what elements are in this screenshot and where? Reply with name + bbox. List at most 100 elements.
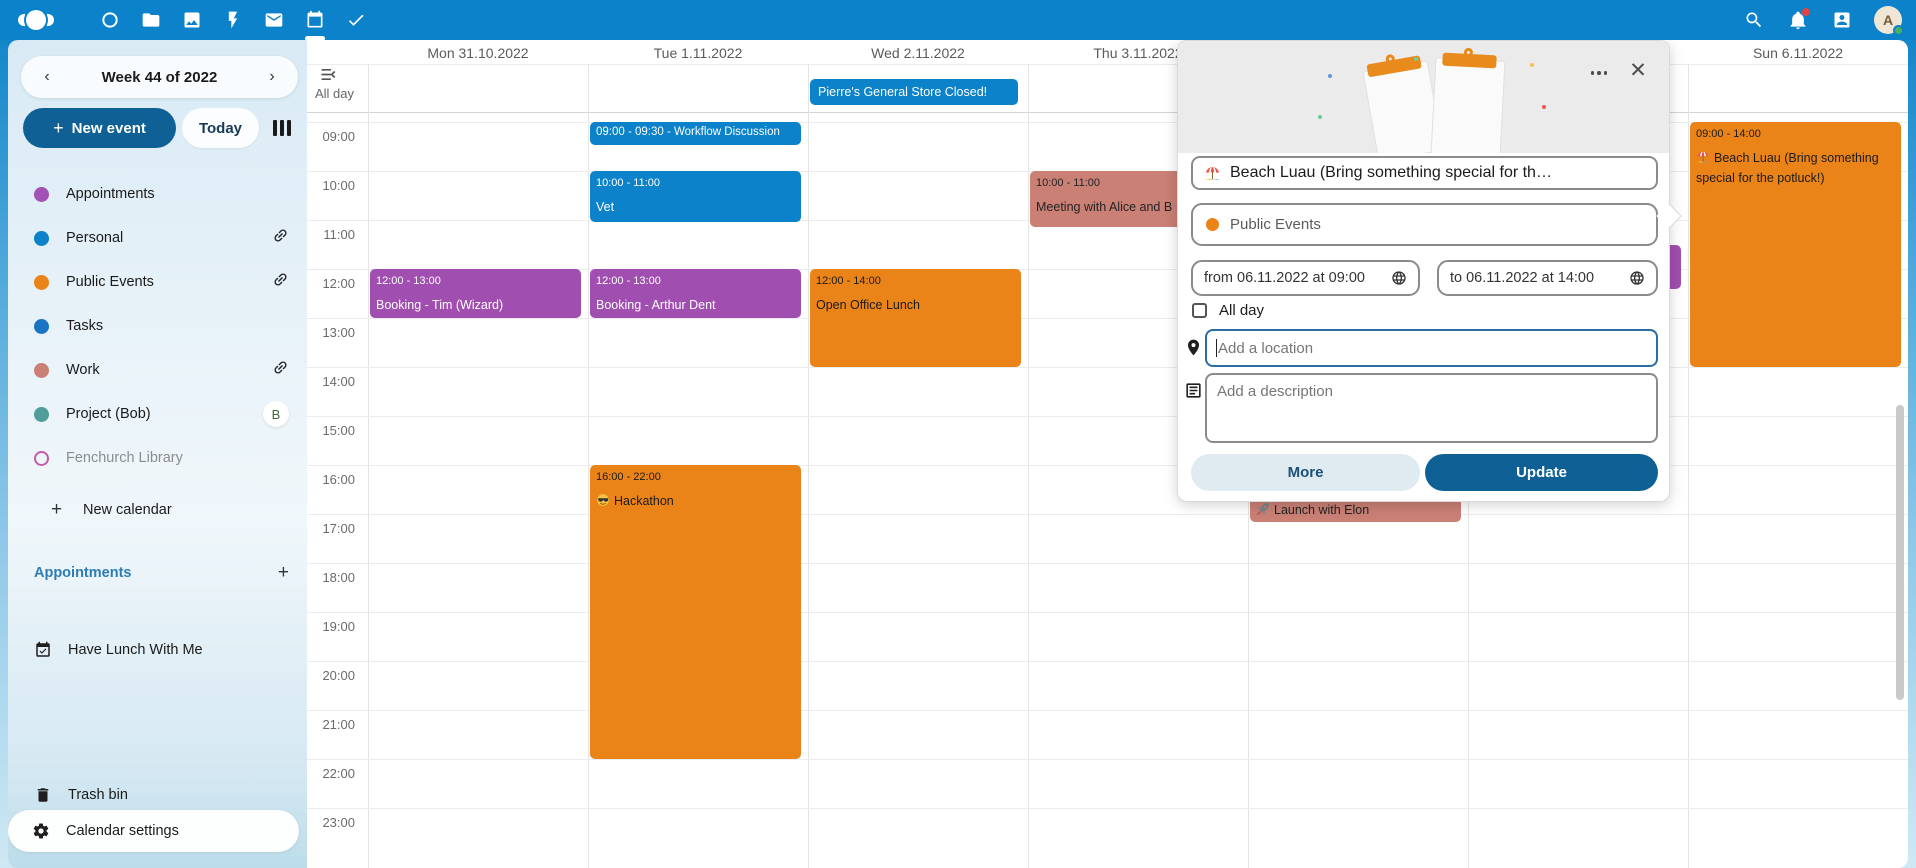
hour-line — [307, 710, 1908, 711]
end-datetime-field[interactable]: to 06.11.2022 at 14:00 — [1437, 260, 1658, 296]
calendar-label: Appointments — [66, 186, 289, 202]
collapse-allday-icon[interactable] — [319, 66, 336, 83]
chevron-right-icon[interactable]: › — [262, 68, 282, 86]
sidebar-calendar-personal[interactable]: Personal — [8, 216, 307, 260]
new-event-button[interactable]: + New event — [23, 108, 176, 148]
sidebar-calendar-tasks[interactable]: Tasks — [8, 304, 307, 348]
event-title-input[interactable]: Beach Luau (Bring something special for … — [1191, 156, 1658, 190]
calendar-color-dot — [34, 231, 49, 246]
globe-icon[interactable] — [1629, 270, 1645, 286]
sidebar: ‹ Week 44 of 2022 › + New event Today Ap… — [8, 40, 307, 868]
hour-label: 21:00 — [307, 717, 355, 732]
notifications-icon[interactable] — [1786, 8, 1810, 32]
calendar-event[interactable]: 12:00 - 14:00Open Office Lunch — [810, 269, 1021, 367]
sidebar-calendar-appointments[interactable]: Appointments — [8, 172, 307, 216]
vertical-scrollbar[interactable] — [1896, 405, 1904, 700]
new-calendar-button[interactable]: + New calendar — [8, 488, 307, 532]
calendar-event[interactable]: 10:00 - 11:00Vet — [590, 171, 801, 222]
sidebar-calendar-public-events[interactable]: Public Events — [8, 260, 307, 304]
hour-label: 15:00 — [307, 423, 355, 438]
files-icon[interactable] — [139, 8, 163, 32]
event-title: Beach Luau (Bring something special for … — [1696, 148, 1895, 188]
search-icon[interactable] — [1742, 8, 1766, 32]
calendar-color-dot — [1206, 218, 1219, 231]
location-input[interactable]: Add a location — [1205, 329, 1658, 367]
more-actions-icon[interactable] — [1585, 59, 1613, 87]
calendar-color-dot — [34, 187, 49, 202]
share-link-icon[interactable] — [272, 271, 289, 293]
all-day-label: All day — [315, 86, 354, 101]
sidebar-calendar-fenchurch-library[interactable]: Fenchurch Library — [8, 436, 307, 480]
hour-line — [307, 808, 1908, 809]
calendar-color-dot — [34, 319, 49, 334]
mail-icon[interactable] — [262, 8, 286, 32]
event-time: 10:00 - 11:00 — [596, 176, 795, 190]
column-divider — [1688, 64, 1689, 868]
event-editor-popup: ✕ Beach Luau (Bring something special fo… — [1177, 40, 1670, 502]
event-time: 09:00 - 14:00 — [1696, 127, 1895, 141]
calendar-label: Work — [66, 362, 272, 378]
sidebar-calendar-project-bob-[interactable]: Project (Bob)B — [8, 392, 307, 436]
beach-umbrella-icon — [1204, 165, 1221, 182]
calendar-check-icon — [34, 641, 52, 659]
close-icon[interactable]: ✕ — [1623, 55, 1653, 85]
plus-icon: + — [53, 118, 64, 139]
photos-icon[interactable] — [180, 8, 204, 32]
hour-label: 19:00 — [307, 619, 355, 634]
week-label: Week 44 of 2022 — [102, 69, 218, 86]
calendar-event[interactable]: 09:00 - 14:00 Beach Luau (Bring something… — [1690, 122, 1901, 367]
calendar-settings-button[interactable]: Calendar settings — [8, 810, 299, 852]
calendar-color-dot — [34, 363, 49, 378]
tasks-icon[interactable] — [344, 8, 368, 32]
hour-line — [307, 759, 1908, 760]
day-header: Mon 31.10.2022 — [368, 40, 588, 64]
share-link-icon — [268, 267, 292, 291]
hour-label: 10:00 — [307, 178, 355, 193]
calendar-event[interactable]: 16:00 - 22:00Hackathon — [590, 465, 801, 759]
trash-icon — [34, 786, 52, 804]
week-navigation: ‹ Week 44 of 2022 › — [21, 56, 298, 98]
all-day-checkbox[interactable]: All day — [1192, 302, 1264, 319]
event-time: 12:00 - 13:00 — [376, 274, 575, 288]
add-appointment-button[interactable]: + — [278, 562, 289, 584]
hour-label: 16:00 — [307, 472, 355, 487]
description-input[interactable]: Add a description — [1205, 373, 1658, 443]
columns-view-icon[interactable] — [273, 120, 291, 136]
more-button[interactable]: More — [1191, 454, 1420, 491]
calendar-event[interactable]: 09:00 - 09:30 - Workflow Discussion — [590, 122, 801, 145]
hour-label: 22:00 — [307, 766, 355, 781]
calendar-event[interactable]: 12:00 - 13:00Booking - Arthur Dent — [590, 269, 801, 318]
appointments-heading: Appointments — [34, 565, 131, 581]
activity-icon[interactable] — [221, 8, 245, 32]
today-button[interactable]: Today — [182, 108, 259, 148]
top-navigation-bar: A — [0, 0, 1916, 40]
dashboard-icon[interactable] — [98, 8, 122, 32]
chevron-left-icon[interactable]: ‹ — [37, 68, 57, 86]
contacts-icon[interactable] — [1830, 8, 1854, 32]
share-link-icon[interactable] — [272, 227, 289, 249]
calendar-event[interactable]: 12:00 - 13:00Booking - Tim (Wizard) — [370, 269, 581, 318]
avatar[interactable]: A — [1874, 6, 1902, 34]
appointment-item[interactable]: Have Lunch With Me — [8, 628, 307, 672]
allday-event[interactable]: Pierre's General Store Closed! — [810, 79, 1018, 105]
column-divider — [368, 64, 369, 868]
hour-line — [307, 514, 1908, 515]
calendar-app-icon[interactable] — [303, 8, 327, 32]
start-datetime-field[interactable]: from 06.11.2022 at 09:00 — [1191, 260, 1420, 296]
globe-icon[interactable] — [1391, 270, 1407, 286]
clipboards-illustration — [1178, 41, 1669, 153]
day-header: Tue 1.11.2022 — [588, 40, 808, 64]
update-button[interactable]: Update — [1425, 454, 1658, 491]
column-divider — [1028, 64, 1029, 868]
sidebar-calendar-work[interactable]: Work — [8, 348, 307, 392]
map-pin-icon — [1184, 338, 1203, 357]
column-divider — [588, 64, 589, 868]
checkbox-icon[interactable] — [1192, 303, 1207, 318]
calendar-select[interactable]: Public Events — [1191, 203, 1658, 246]
share-link-icon[interactable] — [272, 359, 289, 381]
calendar-list: Appointments PersonalPublic EventsTasks Wo… — [8, 172, 307, 480]
hour-label: 13:00 — [307, 325, 355, 340]
nextcloud-logo[interactable] — [18, 10, 74, 30]
plus-icon: + — [51, 499, 66, 521]
description-icon — [1184, 381, 1203, 400]
